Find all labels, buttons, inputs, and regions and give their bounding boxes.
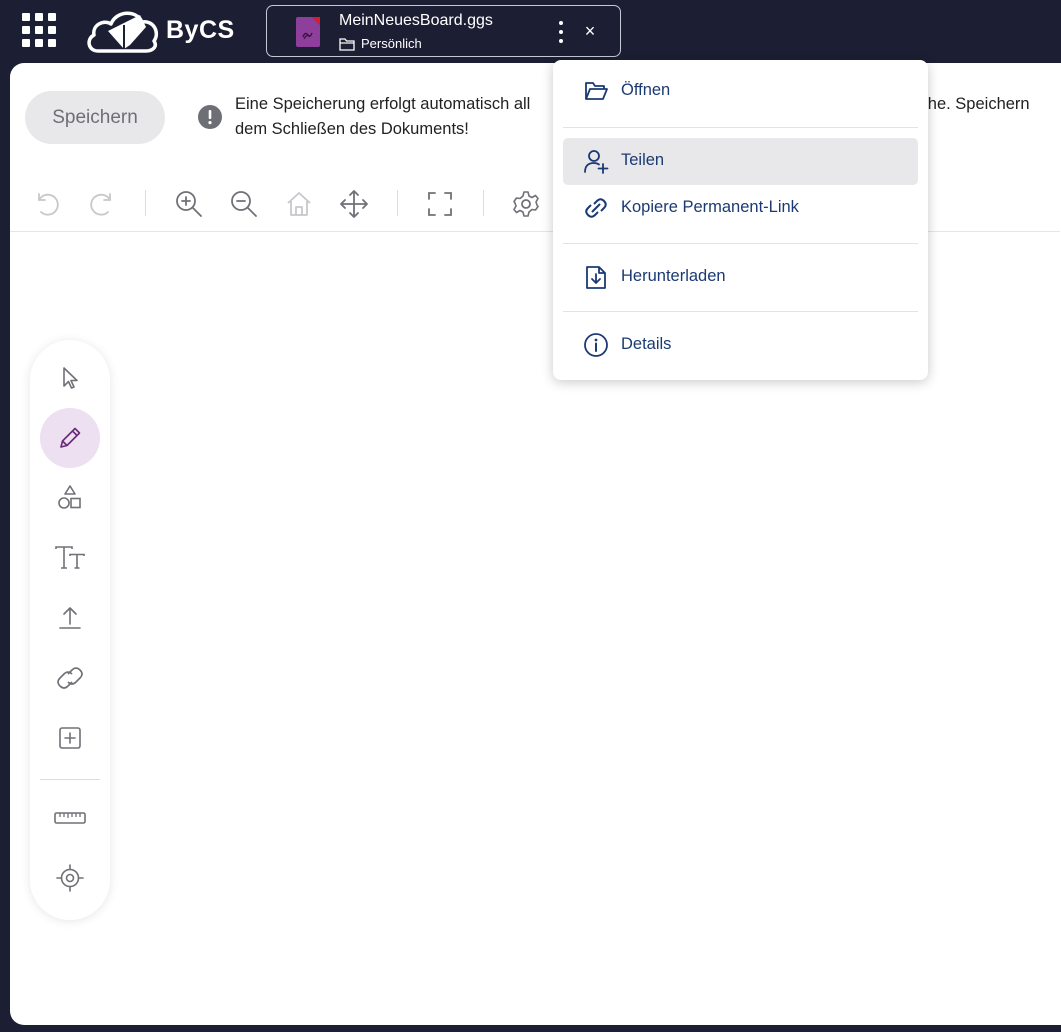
undo-icon[interactable] <box>31 188 63 220</box>
select-arrow-icon <box>63 367 78 389</box>
link-tool[interactable] <box>40 648 100 708</box>
folder-icon <box>339 37 355 51</box>
pen-tool[interactable] <box>40 408 100 468</box>
ruler-icon <box>54 812 86 824</box>
cloud-book-icon <box>87 11 159 53</box>
apps-grid-icon[interactable] <box>22 13 56 47</box>
document-location: Persönlich <box>339 36 422 51</box>
toolbar-separator <box>483 190 484 216</box>
menu-item-download[interactable]: Herunterladen <box>563 254 918 301</box>
tool-panel-separator <box>40 779 100 780</box>
add-box-tool[interactable] <box>40 708 100 768</box>
home-icon[interactable] <box>283 188 315 220</box>
menu-item-label: Details <box>621 335 672 353</box>
save-button[interactable]: Speichern <box>25 91 165 144</box>
menu-item-label: Teilen <box>621 151 665 169</box>
add-box-icon <box>59 727 81 749</box>
menu-item-open[interactable]: Öffnen <box>563 68 918 115</box>
menu-item-copy-link[interactable]: Kopiere Permanent-Link <box>563 185 918 232</box>
toolbar-separator <box>145 190 146 216</box>
tool-panel <box>30 340 110 920</box>
fullscreen-icon[interactable] <box>424 188 456 220</box>
move-icon[interactable] <box>338 188 370 220</box>
bycs-logo[interactable]: ByCS <box>84 4 235 56</box>
top-bar: ByCS MeinNeuesBoard.ggs Persönlich × <box>0 0 1061 62</box>
shapes-tool[interactable] <box>40 468 100 528</box>
toolbar-separator <box>397 190 398 216</box>
menu-separator <box>563 127 918 128</box>
download-icon <box>586 266 606 289</box>
zoom-in-icon[interactable] <box>173 188 205 220</box>
notice-line-1-right: äche. Speichern <box>910 95 1030 113</box>
link-icon <box>57 667 83 689</box>
target-tool[interactable] <box>40 848 100 908</box>
redo-icon[interactable] <box>86 188 118 220</box>
ruler-tool[interactable] <box>40 788 100 848</box>
more-vertical-icon[interactable] <box>553 19 569 45</box>
menu-item-label: Herunterladen <box>621 267 726 285</box>
upload-tool[interactable] <box>40 588 100 648</box>
zoom-out-icon[interactable] <box>228 188 260 220</box>
exclamation-circle-icon <box>198 105 222 129</box>
notice-line-1-left: Eine Speicherung erfolgt automatisch all <box>235 95 531 113</box>
info-circle-icon <box>584 333 608 357</box>
pencil-icon <box>60 427 81 448</box>
menu-item-label: Kopiere Permanent-Link <box>621 198 799 216</box>
link-icon <box>585 198 607 218</box>
close-icon[interactable]: × <box>579 20 601 42</box>
menu-separator <box>563 311 918 312</box>
text-tool[interactable] <box>40 528 100 588</box>
select-tool[interactable] <box>40 348 100 408</box>
menu-item-details[interactable]: Details <box>563 322 918 369</box>
menu-item-label: Öffnen <box>621 81 671 99</box>
document-tab[interactable]: MeinNeuesBoard.ggs Persönlich × <box>266 5 621 57</box>
menu-item-share[interactable]: Teilen <box>563 138 918 185</box>
document-folder-name: Persönlich <box>361 36 422 51</box>
add-person-icon <box>584 150 609 174</box>
geogebra-file-icon <box>296 17 320 47</box>
text-icon <box>55 546 85 569</box>
menu-separator <box>563 243 918 244</box>
document-menu: Öffnen Teilen Kopiere Permanent-Link Her… <box>553 60 928 380</box>
logo-text: ByCS <box>166 15 235 44</box>
folder-open-icon <box>585 82 608 100</box>
target-icon <box>56 864 84 892</box>
settings-icon[interactable] <box>510 188 542 220</box>
shapes-icon <box>58 485 81 509</box>
document-title: MeinNeuesBoard.ggs <box>339 12 493 29</box>
upload-icon <box>59 607 81 629</box>
